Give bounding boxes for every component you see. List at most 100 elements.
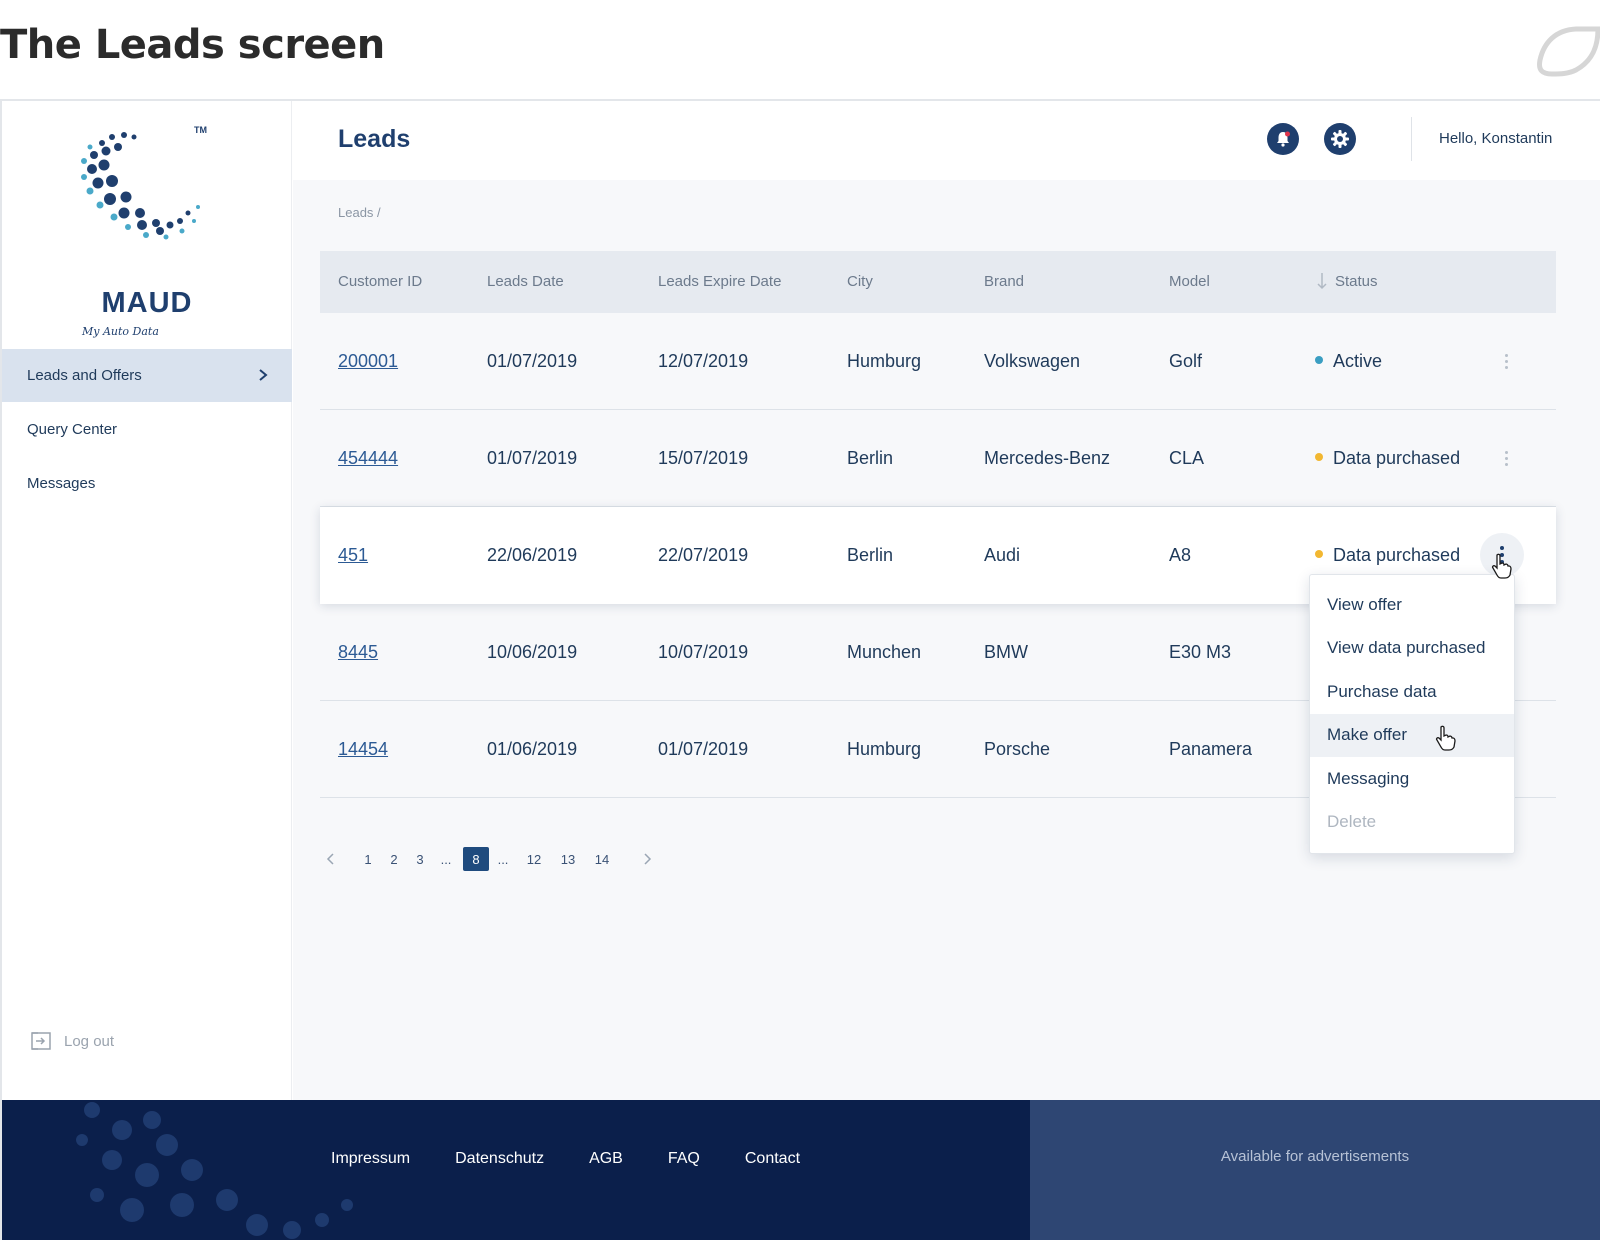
sidebar-item-label: Messages [27,474,96,492]
footer-ad-space[interactable]: Available for advertisements [1030,1100,1600,1240]
hand-cursor-icon [1435,725,1456,751]
sidebar-item-query-center[interactable]: Query Center [2,402,292,456]
column-header-leads-expire-date[interactable]: Leads Expire Date [658,273,781,290]
status-label: Data purchased [1333,545,1461,565]
column-header-status[interactable]: Status [1335,273,1378,290]
expire-date-cell: 01/07/2019 [658,739,749,759]
column-header-leads-date[interactable]: Leads Date [487,273,564,290]
status-dot-active [1315,356,1323,365]
brand-cell: Mercedes-Benz [984,448,1111,468]
column-header-customer-id[interactable]: Customer ID [338,273,422,290]
row-menu-button[interactable] [1490,343,1522,379]
top-bar: Leads Hello, Konstantin [293,101,1600,180]
customer-id-link[interactable]: 451 [338,545,368,566]
page-link[interactable]: 14 [594,847,610,871]
logout-label: Log out [64,1032,115,1050]
notifications-button[interactable] [1267,123,1299,155]
dot [1504,359,1508,363]
menu-item-make-offer[interactable]: Make offer [1310,713,1514,757]
page-link[interactable]: 1 [363,847,373,871]
brand-tagline: My Auto Data [82,325,159,338]
logout-icon [31,1032,51,1050]
table-header: Customer ID Leads Date Leads Expire Date… [320,251,1556,313]
dot [1504,456,1508,460]
chevron-right-icon[interactable] [640,847,654,871]
footer-link-impressum[interactable]: Impressum [331,1150,410,1168]
status-dot-data-purchased [1315,550,1323,559]
sidebar: TM MAUD My Auto Data Leads and Offers Qu… [2,101,292,1122]
chevron-right-icon [259,369,268,381]
column-header-model[interactable]: Model [1169,273,1210,290]
page-link[interactable]: 3 [415,847,425,871]
page-link[interactable]: 12 [526,847,542,871]
user-greeting[interactable]: Hello, Konstantin [1439,130,1552,147]
page-link[interactable]: 2 [389,847,399,871]
dot [1504,450,1508,454]
footer-pattern-icon [76,1102,353,1239]
footer-links: Impressum Datenschutz AGB FAQ Contact [331,1150,800,1168]
leads-date-cell: 01/07/2019 [487,351,578,371]
dot [1504,462,1508,466]
settings-button[interactable] [1324,123,1356,155]
trademark-label: TM [194,125,207,135]
footer-link-agb[interactable]: AGB [589,1150,623,1168]
expire-date-cell: 22/07/2019 [658,545,749,565]
page-title: Leads [338,125,411,153]
brand-logo[interactable]: TM MAUD My Auto Data [72,125,222,338]
dot [1500,546,1504,550]
menu-item-messaging[interactable]: Messaging [1310,757,1514,801]
brand-corner-icon [1537,26,1600,77]
gear-icon [1331,130,1349,148]
menu-item-view-offer[interactable]: View offer [1310,583,1514,627]
breadcrumb[interactable]: Leads / [338,205,381,220]
brand-swirl-icon [81,132,200,240]
model-cell: A8 [1169,545,1192,565]
topbar-divider [1411,117,1412,161]
status-label: Active [1333,351,1383,371]
customer-id-link[interactable]: 454444 [338,448,398,469]
footer-link-faq[interactable]: FAQ [668,1150,700,1168]
page-ellipsis: ... [440,851,452,867]
sort-down-icon[interactable] [1316,271,1328,291]
main-content: Leads Hello, Konstantin Leads / Customer… [293,101,1600,1122]
footer: Impressum Datenschutz AGB FAQ Contact Av… [2,1100,1600,1240]
page-heading: The Leads screen [0,22,385,68]
status-cell: Data purchased [1315,545,1460,566]
status-dot-data-purchased [1315,453,1323,462]
table-row: 454444 01/07/2019 15/07/2019 Berlin Merc… [320,410,1556,507]
sidebar-item-messages[interactable]: Messages [2,456,292,510]
customer-id-link[interactable]: 8445 [338,642,378,663]
row-menu-button[interactable] [1490,440,1522,476]
city-cell: Humburg [847,739,922,759]
menu-item-purchase-data[interactable]: Purchase data [1310,670,1514,714]
page-link[interactable]: 13 [560,847,576,871]
model-cell: Golf [1169,351,1203,371]
sidebar-nav: Leads and Offers Query Center Messages [2,349,292,510]
brand-cell: Audi [984,545,1021,565]
model-cell: E30 M3 [1169,642,1232,662]
customer-id-link[interactable]: 200001 [338,351,398,372]
brand-cell: Volkswagen [984,351,1081,371]
expire-date-cell: 12/07/2019 [658,351,749,371]
page-link-current[interactable]: 8 [463,847,489,871]
footer-link-datenschutz[interactable]: Datenschutz [455,1150,544,1168]
customer-id-link[interactable]: 14454 [338,739,388,760]
model-cell: CLA [1169,448,1205,468]
brand-name: MAUD [101,287,193,319]
column-header-city[interactable]: City [847,273,873,290]
sidebar-item-leads-and-offers[interactable]: Leads and Offers [2,349,292,402]
menu-item-delete[interactable]: Delete [1310,801,1514,845]
city-cell: Munchen [847,642,922,662]
logout-button[interactable]: Log out [30,1031,114,1051]
chevron-left-icon[interactable] [324,847,338,871]
status-cell: Active [1315,351,1382,372]
footer-link-contact[interactable]: Contact [745,1150,800,1168]
dot [1504,353,1508,357]
leads-date-cell: 22/06/2019 [487,545,578,565]
brand-cell: BMW [984,642,1028,662]
column-header-brand[interactable]: Brand [984,273,1024,290]
menu-item-view-data-purchased[interactable]: View data purchased [1310,627,1514,671]
page-ellipsis: ... [497,851,509,867]
expire-date-cell: 10/07/2019 [658,642,749,662]
brand-cell: Porsche [984,739,1051,759]
